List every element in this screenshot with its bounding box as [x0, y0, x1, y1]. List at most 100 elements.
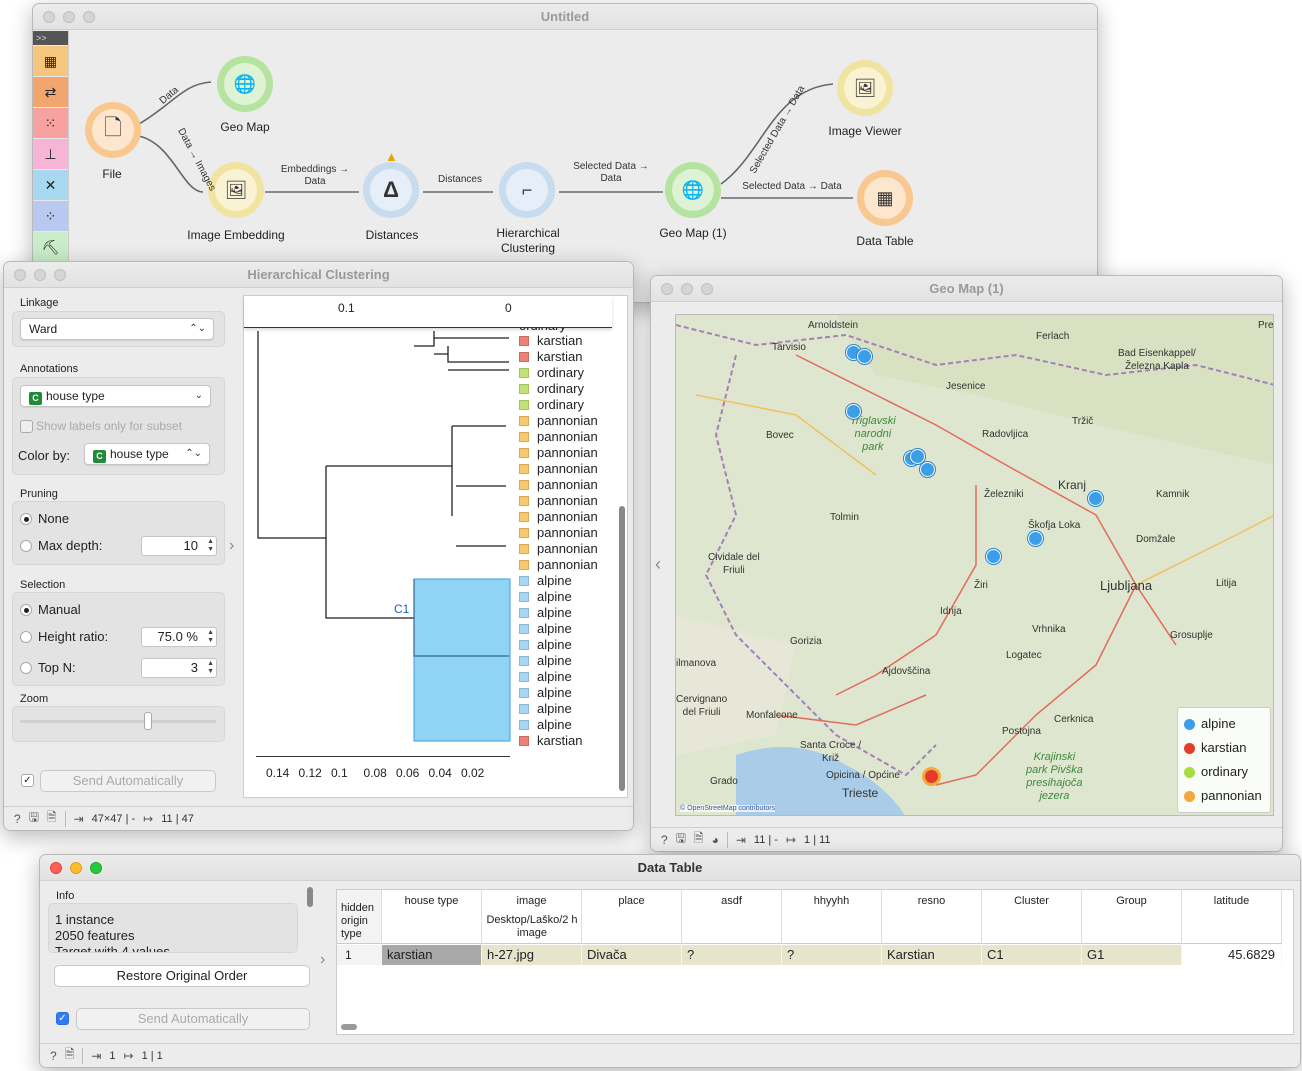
chevron-left-icon[interactable]: ‹	[655, 554, 661, 575]
leaf-label[interactable]: karstian	[519, 333, 583, 349]
leaf-label[interactable]: alpine	[519, 573, 572, 589]
info-scrollbar[interactable]	[307, 887, 313, 907]
send-auto-checkbox[interactable]: ✓	[21, 774, 34, 787]
column-header[interactable]: Group	[1082, 890, 1182, 944]
leaf-label[interactable]: ordinary	[519, 381, 584, 397]
leaf-label[interactable]: pannonian	[519, 461, 598, 477]
leaf-label[interactable]: ordinary	[519, 397, 584, 413]
pruning-none-radio[interactable]: None	[20, 511, 69, 526]
leaf-label[interactable]: alpine	[519, 621, 572, 637]
dendrogram-view[interactable]: 0.1 0 ordinary C1 karsti	[243, 295, 628, 798]
map-view[interactable]: Arnoldstein Tarvisio Ferlach Bad Eisenkappe…	[675, 314, 1274, 816]
close-button[interactable]	[50, 862, 62, 874]
pruning-maxdepth-radio[interactable]: Max depth:	[20, 538, 102, 553]
zoom-slider-track[interactable]	[20, 720, 216, 723]
send-auto-checkbox[interactable]: ✓	[56, 1012, 69, 1025]
leaf-label[interactable]: pannonian	[519, 477, 598, 493]
row-index[interactable]: 1	[337, 945, 382, 965]
table-cell[interactable]: G1	[1082, 945, 1182, 965]
leaf-label[interactable]: pannonian	[519, 429, 598, 445]
save-icon[interactable]: 🖫	[676, 829, 686, 850]
help-icon[interactable]: ?	[14, 812, 21, 826]
map-point-karstian[interactable]	[922, 767, 941, 786]
attribution[interactable]: © OpenStreetMap contributors	[680, 805, 776, 812]
dt-title-bar[interactable]: Data Table	[40, 855, 1300, 881]
zoom-button[interactable]	[54, 269, 66, 281]
hc-title-bar[interactable]: Hierarchical Clustering	[4, 262, 633, 288]
report-icon[interactable]: 🗎	[47, 808, 57, 829]
zoom-slider-handle[interactable]	[144, 712, 152, 730]
linkage-combo[interactable]: Ward ⌃⌄	[20, 318, 214, 340]
send-auto-button[interactable]: Send Automatically	[40, 770, 216, 792]
leaf-label[interactable]: pannonian	[519, 413, 598, 429]
image-viewer-node[interactable]: 🖼	[837, 60, 893, 116]
save-icon[interactable]: 🖫	[29, 808, 39, 829]
leaf-label[interactable]: pannonian	[519, 541, 598, 557]
leaf-label[interactable]: alpine	[519, 605, 572, 621]
minimize-button[interactable]	[34, 269, 46, 281]
distances-node[interactable]: Δ	[363, 162, 419, 218]
help-icon[interactable]: ?	[50, 1049, 57, 1063]
map-point-alpine[interactable]	[846, 404, 861, 419]
leaf-label[interactable]: karstian	[519, 349, 583, 365]
table-cell[interactable]: ?	[782, 945, 882, 965]
selection-manual-radio[interactable]: Manual	[20, 602, 81, 617]
table-hscroll[interactable]	[341, 1024, 357, 1030]
stepper-icon[interactable]: ▲ ▼	[207, 538, 214, 554]
map-point-alpine[interactable]	[1028, 531, 1043, 546]
data-table-grid[interactable]: hidden origin type house type image place a…	[336, 889, 1294, 1035]
geomap-node[interactable]: 🌐	[217, 56, 273, 112]
map-point-alpine[interactable]	[986, 549, 1001, 564]
leaf-label[interactable]: alpine	[519, 701, 572, 717]
data-table-node[interactable]: ▦	[857, 170, 913, 226]
column-header[interactable]: hhyyhh	[782, 890, 882, 944]
column-header[interactable]: resno	[882, 890, 982, 944]
colorby-combo[interactable]: Chouse type ⌃⌄	[84, 443, 210, 465]
close-button[interactable]	[14, 269, 26, 281]
geomap1-node[interactable]: 🌐	[665, 162, 721, 218]
hierarchical-clustering-node[interactable]: ⌐	[499, 162, 555, 218]
report-icon[interactable]: 🗎	[694, 829, 704, 850]
report-icon[interactable]: 🗎	[65, 1045, 75, 1066]
show-labels-subset-checkbox[interactable]	[20, 420, 33, 433]
table-cell[interactable]: h-27.jpg	[482, 945, 582, 965]
table-cell[interactable]: Karstian	[882, 945, 982, 965]
height-ratio-spin[interactable]: 75.0 % ▲ ▼	[141, 627, 217, 647]
zoom-button[interactable]	[90, 862, 102, 874]
annotation-combo[interactable]: Chouse type ⌄	[20, 385, 211, 407]
leaf-label[interactable]: alpine	[519, 669, 572, 685]
leaf-label[interactable]: pannonian	[519, 445, 598, 461]
column-header[interactable]: asdf	[682, 890, 782, 944]
map-point-alpine[interactable]	[920, 462, 935, 477]
leaf-label[interactable]: pannonian	[519, 557, 598, 573]
table-cell[interactable]: 45.6829	[1182, 945, 1282, 965]
file-node[interactable]: 🗋	[85, 102, 141, 158]
column-header[interactable]: latitude	[1182, 890, 1282, 944]
leaf-label[interactable]: alpine	[519, 589, 572, 605]
leaf-label[interactable]: pannonian	[519, 525, 598, 541]
topn-spin[interactable]: 3 ▲ ▼	[141, 658, 217, 678]
zoom-button[interactable]	[701, 283, 713, 295]
leaf-label[interactable]: ordinary	[519, 365, 584, 381]
chevron-right-icon[interactable]: ›	[229, 537, 234, 555]
help-icon[interactable]: ?	[661, 833, 668, 847]
leaf-label[interactable]: pannonian	[519, 509, 598, 525]
leaf-label[interactable]: alpine	[519, 637, 572, 653]
stepper-icon[interactable]: ▲ ▼	[207, 660, 214, 676]
map-point-alpine[interactable]	[857, 349, 872, 364]
leaf-label[interactable]: alpine	[519, 685, 572, 701]
selection-topn-radio[interactable]: Top N:	[20, 660, 76, 675]
minimize-button[interactable]	[681, 283, 693, 295]
selection-height-radio[interactable]: Height ratio:	[20, 629, 108, 644]
restore-order-button[interactable]: Restore Original Order	[54, 965, 310, 987]
scrollbar-thumb[interactable]	[619, 506, 625, 791]
column-header[interactable]: place	[582, 890, 682, 944]
leaf-label[interactable]: alpine	[519, 717, 572, 733]
map-point-alpine[interactable]	[910, 449, 925, 464]
close-button[interactable]	[661, 283, 673, 295]
snapshot-icon[interactable]: ◕	[712, 833, 719, 847]
maxdepth-spin[interactable]: 10 ▲ ▼	[141, 536, 217, 556]
geomap-title-bar[interactable]: Geo Map (1)	[651, 276, 1282, 302]
column-header[interactable]: house type	[382, 890, 482, 944]
map-point-alpine[interactable]	[1088, 491, 1103, 506]
